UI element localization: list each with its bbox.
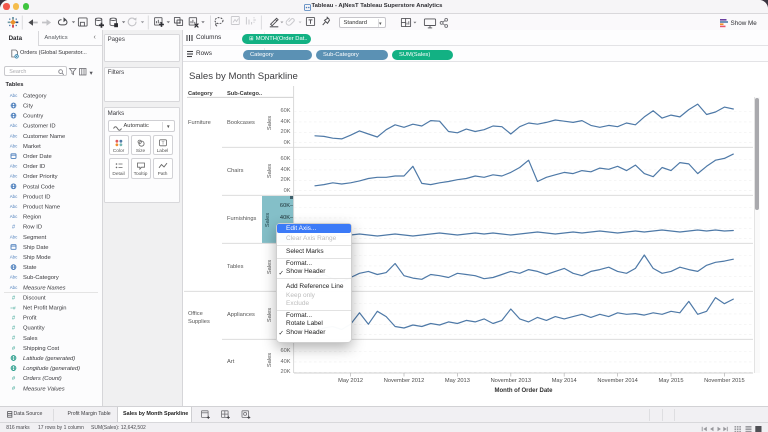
svg-text:Abc: Abc (10, 194, 18, 199)
svg-text:Product Name: Product Name (23, 205, 60, 211)
svg-text:Abc: Abc (10, 275, 18, 280)
svg-text:T: T (161, 140, 164, 145)
svg-text:Latitude (generated): Latitude (generated) (23, 356, 75, 362)
svg-text:Customer Name: Customer Name (23, 134, 65, 140)
svg-text:Measure Values: Measure Values (23, 386, 65, 392)
svg-text:Order ID: Order ID (23, 164, 45, 170)
svg-text:Row ID: Row ID (23, 225, 42, 231)
svg-text:Abc: Abc (10, 204, 18, 209)
svg-text:Orders (Count): Orders (Count) (23, 376, 62, 382)
svg-text:Abc: Abc (10, 214, 18, 219)
svg-text:#: # (12, 326, 16, 332)
svg-text:Abc: Abc (10, 174, 18, 179)
svg-text:Net Profit Margin: Net Profit Margin (23, 306, 67, 312)
svg-text:Ship Mode: Ship Mode (23, 255, 51, 261)
svg-text:Profit: Profit (23, 316, 37, 322)
svg-text:State: State (23, 265, 37, 271)
svg-text:#: # (12, 225, 16, 231)
svg-text:#: # (12, 295, 16, 301)
svg-text:Abc: Abc (10, 93, 18, 98)
svg-text:#: # (12, 346, 16, 352)
svg-text:#: # (12, 386, 16, 392)
svg-text:#: # (12, 376, 16, 382)
svg-text:Abc: Abc (10, 164, 18, 169)
svg-text:Abc: Abc (10, 143, 18, 148)
svg-text:Abc: Abc (10, 123, 18, 128)
svg-text:#: # (12, 336, 16, 342)
svg-text:Order Date: Order Date (23, 154, 52, 160)
svg-text:Customer ID: Customer ID (23, 124, 56, 130)
svg-text:Abc: Abc (10, 285, 18, 290)
svg-text:Abc: Abc (10, 234, 18, 239)
svg-text:Sales: Sales (23, 336, 38, 342)
svg-text:Postal Code: Postal Code (23, 184, 55, 190)
svg-text:Measure Names: Measure Names (23, 285, 66, 291)
svg-text:Category: Category (23, 93, 47, 99)
svg-text:Quantity: Quantity (23, 326, 45, 332)
svg-text:Segment: Segment (23, 235, 47, 241)
svg-text:City: City (23, 104, 33, 110)
svg-text:Order Priority: Order Priority (23, 174, 58, 180)
svg-text:Market: Market (23, 144, 41, 150)
svg-text:Region: Region (23, 215, 41, 221)
svg-text:Discount: Discount (23, 295, 46, 301)
svg-text:▾: ▾ (90, 70, 94, 77)
svg-text:Abc: Abc (10, 133, 18, 138)
svg-text:Product ID: Product ID (23, 194, 50, 200)
svg-text:Longitude (generated): Longitude (generated) (23, 366, 80, 372)
svg-text:=#: =# (10, 305, 16, 311)
svg-text:Sub-Category: Sub-Category (23, 275, 59, 281)
svg-text:Shipping Cost: Shipping Cost (23, 346, 59, 352)
svg-text:Country: Country (23, 114, 43, 120)
svg-text:#: # (12, 316, 16, 322)
svg-text:Ship Date: Ship Date (23, 245, 48, 251)
svg-text:Abc: Abc (10, 255, 18, 260)
